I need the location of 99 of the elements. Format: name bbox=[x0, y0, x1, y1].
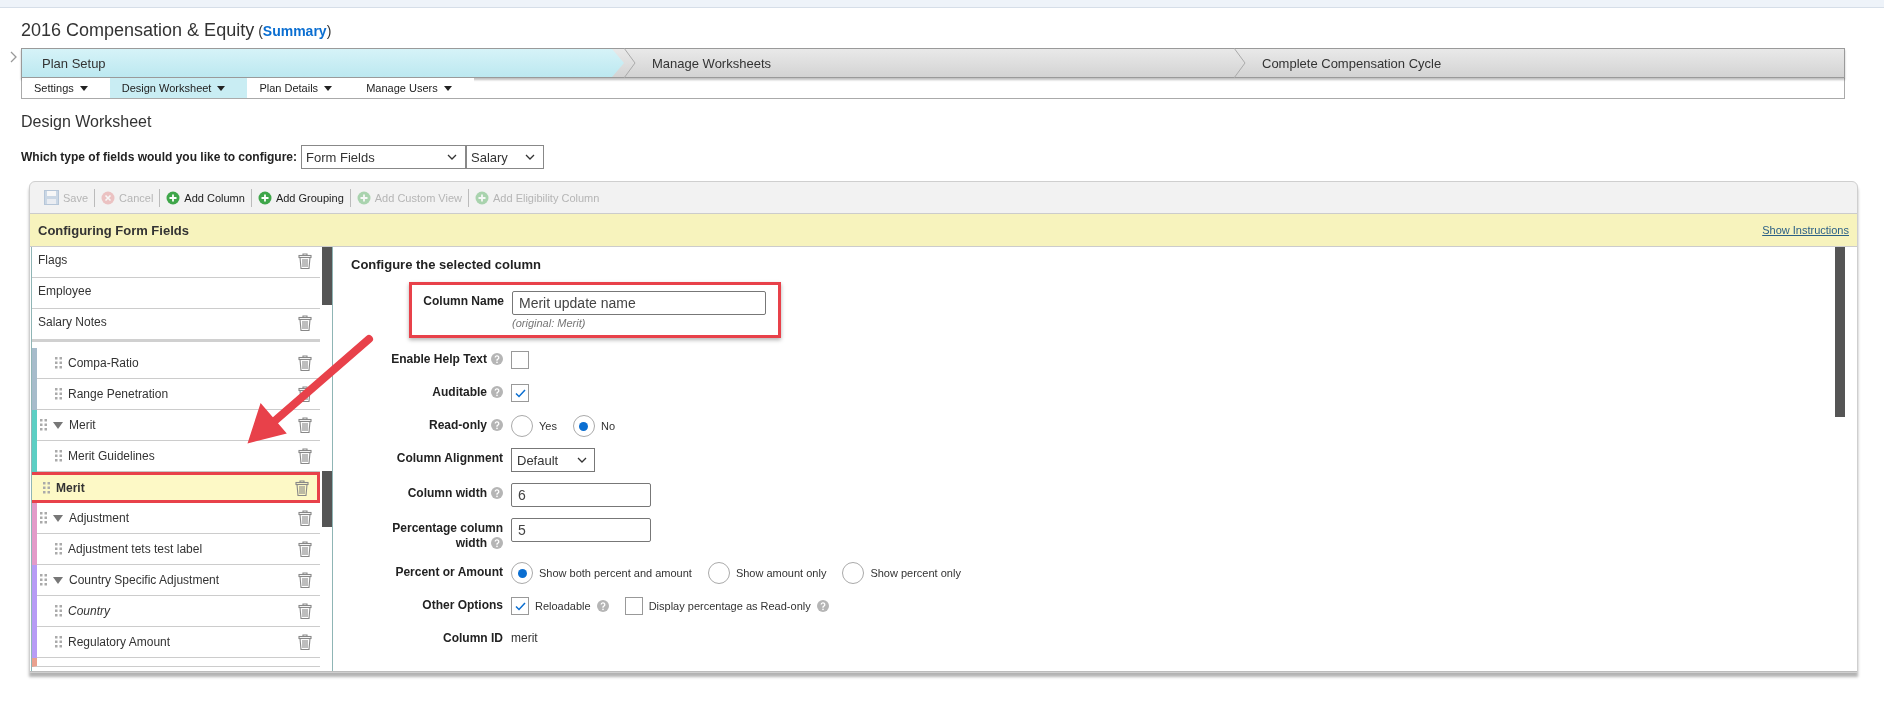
row-label: Regulatory Amount bbox=[68, 635, 172, 649]
panel-title: Configuring Form Fields bbox=[38, 222, 189, 238]
dropdown[interactable]: Salary bbox=[466, 145, 544, 169]
option-label: Show percent only bbox=[870, 567, 961, 579]
option-label: Display percentage as Read-only bbox=[648, 600, 811, 612]
cancel-icon bbox=[101, 190, 116, 205]
caret-icon bbox=[79, 85, 88, 91]
chevron-right-icon bbox=[9, 51, 17, 63]
text-field[interactable]: 6 bbox=[511, 483, 651, 507]
field-value: merit bbox=[511, 630, 538, 645]
caret-icon bbox=[443, 85, 452, 91]
field-label: Read-only bbox=[429, 418, 487, 432]
scrollbar-thumb[interactable] bbox=[322, 247, 332, 305]
checkbox[interactable] bbox=[624, 597, 643, 615]
drag-handle-icon bbox=[43, 481, 50, 494]
scrollbar-thumb[interactable] bbox=[1835, 247, 1845, 417]
page-title: 2016 Compensation & Equity bbox=[21, 20, 255, 41]
option-label: Show both percent and amount bbox=[539, 567, 692, 579]
field-label: Column ID bbox=[443, 631, 503, 645]
trash-icon bbox=[298, 603, 312, 619]
step-separator-icon bbox=[624, 48, 636, 78]
option-label: Show amount only bbox=[735, 567, 827, 579]
trash-icon bbox=[298, 417, 312, 433]
chevron-down-icon bbox=[577, 457, 587, 463]
caret-icon bbox=[324, 85, 333, 91]
add-icon bbox=[356, 190, 371, 205]
row-label: Adjustment bbox=[69, 511, 131, 525]
text-field[interactable]: 5 bbox=[511, 518, 651, 542]
checkbox[interactable] bbox=[511, 351, 529, 369]
step-tab[interactable]: Plan Setup bbox=[22, 49, 624, 77]
field-label: Column Name bbox=[423, 294, 504, 308]
trash-icon bbox=[295, 479, 309, 496]
summary-link[interactable]: Summary bbox=[262, 23, 327, 39]
row-label: Range Penetration bbox=[68, 387, 170, 401]
field-label: Percentage column width bbox=[392, 521, 503, 550]
text-field[interactable]: Merit update name bbox=[512, 291, 766, 315]
list-row[interactable]: Merit bbox=[32, 472, 320, 503]
form-title: Configure the selected column bbox=[351, 257, 542, 272]
drag-handle-icon bbox=[55, 605, 62, 617]
step-tab[interactable]: Complete Compensation Cycle bbox=[1234, 49, 1844, 77]
row-label: Adjustment tets test label bbox=[68, 542, 204, 556]
show-instructions-link[interactable]: Show Instructions bbox=[1762, 224, 1849, 236]
row-label: Employee bbox=[38, 284, 93, 298]
checkbox[interactable] bbox=[511, 384, 529, 402]
field-label: Other Options bbox=[422, 598, 503, 612]
trash-icon bbox=[298, 572, 312, 588]
chevron-down-icon bbox=[447, 154, 457, 160]
option-label: Reloadable bbox=[535, 600, 591, 612]
step-tab[interactable]: Manage Worksheets bbox=[624, 49, 1234, 77]
caret-icon bbox=[217, 85, 226, 91]
row-label: Country Specific Adjustment bbox=[69, 573, 221, 587]
drag-handle-icon bbox=[40, 574, 47, 586]
check-icon bbox=[514, 388, 526, 398]
field-label: Percent or Amount bbox=[395, 565, 503, 579]
scrollbar-thumb[interactable] bbox=[322, 471, 332, 527]
row-label: Flags bbox=[38, 253, 69, 267]
drag-handle-icon bbox=[55, 357, 62, 369]
trash-icon bbox=[298, 541, 312, 557]
trash-icon bbox=[298, 634, 312, 650]
check-icon bbox=[514, 601, 526, 611]
trash-icon bbox=[298, 386, 312, 402]
trash-icon bbox=[298, 510, 312, 526]
drag-handle-icon bbox=[55, 450, 62, 462]
trash-icon bbox=[298, 355, 312, 371]
field-label: Auditable bbox=[432, 385, 487, 399]
sub-tab[interactable]: Design Worksheet bbox=[109, 78, 248, 98]
add-icon bbox=[166, 190, 181, 205]
toolbar-button[interactable]: Add Column bbox=[160, 190, 251, 205]
row-label: Merit Guidelines bbox=[68, 449, 156, 463]
option-label: No bbox=[600, 420, 615, 432]
drag-handle-icon bbox=[40, 512, 47, 524]
trash-icon bbox=[298, 448, 312, 464]
field-note: (original: Merit) bbox=[512, 317, 587, 329]
option-label: Yes bbox=[539, 420, 557, 432]
dropdown[interactable]: Default bbox=[511, 448, 595, 472]
field-label: Enable Help Text bbox=[391, 352, 487, 366]
row-label: Country bbox=[68, 604, 112, 618]
drag-handle-icon bbox=[55, 636, 62, 648]
field-label: Column Alignment bbox=[396, 451, 503, 465]
page-heading: Design Worksheet bbox=[21, 112, 153, 132]
toolbar-button[interactable]: Add Grouping bbox=[251, 190, 350, 205]
drag-handle-icon bbox=[55, 543, 62, 555]
row-label: Merit bbox=[69, 418, 97, 432]
save-icon bbox=[44, 190, 59, 205]
field-label: Column width bbox=[407, 486, 487, 500]
parenthesis: ) bbox=[326, 23, 332, 39]
checkbox[interactable] bbox=[511, 597, 529, 615]
step-separator-icon bbox=[1234, 48, 1246, 78]
dropdown[interactable]: Form Fields bbox=[301, 145, 466, 169]
parenthesis: ( bbox=[258, 23, 263, 39]
drag-handle-icon bbox=[55, 388, 62, 400]
field-prompt: Which type of fields would you like to configure: bbox=[21, 150, 297, 164]
add-icon bbox=[257, 190, 272, 205]
chevron-down-icon bbox=[525, 154, 535, 160]
drag-handle-icon bbox=[40, 419, 47, 431]
row-label: Merit bbox=[56, 480, 86, 495]
add-icon bbox=[475, 190, 489, 205]
row-label: Compa-Ratio bbox=[68, 356, 140, 370]
row-label: Salary Notes bbox=[38, 315, 108, 329]
